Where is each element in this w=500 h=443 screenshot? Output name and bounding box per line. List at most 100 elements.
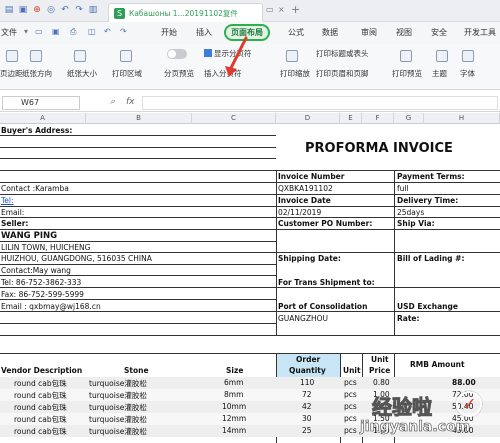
redo-icon[interactable]: ↷ bbox=[73, 4, 85, 16]
row-stone: turquoise灌胶松 bbox=[89, 415, 147, 424]
row-quantity: 110 bbox=[300, 378, 315, 387]
shipping-date-label: Shipping Date: bbox=[278, 254, 341, 263]
print-scale-button[interactable]: 打印缩放 bbox=[280, 68, 310, 79]
orientation-button[interactable]: 纸张方向 bbox=[22, 68, 52, 79]
print-area-button[interactable]: 打印区域 bbox=[112, 68, 142, 79]
theme-icon[interactable] bbox=[436, 50, 450, 62]
tab-menu-icon[interactable]: ▭ bbox=[266, 5, 274, 14]
print-scale-icon[interactable] bbox=[286, 50, 300, 62]
tab-data[interactable]: 数据 bbox=[322, 27, 338, 38]
redo-quick-icon[interactable]: ↷ bbox=[120, 27, 127, 36]
row-stone: turquoise灌胶松 bbox=[89, 391, 147, 400]
tab-insert[interactable]: 插入 bbox=[196, 27, 212, 38]
title-tab-bar: ▤ ▣ ⊕ ◎ ↶ ↷ ▥ S Кабашоны 1...20191102复件 … bbox=[0, 0, 500, 22]
buyer-contact: Contact :Karamba bbox=[1, 184, 69, 193]
orientation-icon[interactable] bbox=[30, 50, 44, 62]
row-size: 12mm bbox=[222, 414, 247, 423]
seller-name: WANG PING bbox=[1, 231, 58, 241]
table-header-quantity: Quantity bbox=[289, 366, 326, 375]
print-quick-icon[interactable]: ⎙ bbox=[70, 27, 76, 37]
column-header-g[interactable]: G bbox=[394, 113, 424, 124]
print-preview-button[interactable]: 打印预览 bbox=[392, 68, 422, 79]
table-header-description: Vendor Description bbox=[1, 366, 83, 375]
seller-address-line1: LILIN TOWN, HUICHENG bbox=[1, 243, 91, 252]
column-header-h[interactable]: H bbox=[424, 113, 500, 124]
tab-developer[interactable]: 开发工具 bbox=[464, 27, 496, 38]
tab-home[interactable]: 开始 bbox=[161, 27, 177, 38]
invoice-number-value: QXBKA191102 bbox=[278, 184, 333, 193]
row-stone: turquoise灌胶松 bbox=[89, 403, 147, 412]
theme-button[interactable]: 主题 bbox=[432, 68, 447, 79]
print-area-icon[interactable] bbox=[120, 50, 134, 62]
column-header-e[interactable]: E bbox=[340, 113, 362, 124]
show-breaks-checkbox[interactable] bbox=[204, 49, 212, 57]
column-header-a[interactable]: A bbox=[0, 113, 86, 124]
tab-view[interactable]: 视图 bbox=[396, 27, 412, 38]
payment-terms-label: Payment Terms: bbox=[397, 172, 465, 181]
print-preview-icon[interactable] bbox=[400, 50, 414, 62]
column-header-c[interactable]: C bbox=[192, 113, 276, 124]
row-size: 6mm bbox=[224, 378, 244, 387]
page-break-preview-toggle[interactable] bbox=[167, 49, 187, 59]
watermark-logo: 经验啦 jingyanla.com ✓ bbox=[330, 383, 500, 443]
paste-icon[interactable]: ▥ bbox=[87, 4, 99, 16]
page-break-preview-button[interactable]: 分页预览 bbox=[164, 68, 194, 79]
row-description: round cab包珠 bbox=[14, 403, 67, 412]
font-button[interactable]: 字体 bbox=[460, 68, 475, 79]
row-stone: turquoise灌胶松 bbox=[89, 379, 147, 388]
delivery-time-value: 25days bbox=[397, 208, 425, 217]
print-header-footer-button[interactable]: 打印页眉和页脚 bbox=[316, 68, 369, 79]
table-header-order: Order bbox=[296, 355, 321, 364]
row-size: 8mm bbox=[224, 390, 244, 399]
tab-security[interactable]: 安全 bbox=[431, 27, 447, 38]
font-icon[interactable] bbox=[462, 50, 476, 62]
file-icon[interactable]: ▤ bbox=[3, 4, 15, 16]
trans-shipment-label: For Trans Shipment to: bbox=[278, 278, 375, 287]
function-icon[interactable]: fx bbox=[126, 97, 135, 107]
print-icon[interactable]: ⊕ bbox=[31, 4, 43, 16]
cell-name-box[interactable]: W67 bbox=[2, 96, 80, 110]
row-description: round cab包珠 bbox=[14, 379, 67, 388]
buyer-email: Email: bbox=[1, 208, 25, 217]
buyer-tel-link[interactable]: Tel: bbox=[1, 196, 14, 205]
invoice-title: PROFORMA INVOICE bbox=[305, 141, 453, 156]
undo-icon[interactable]: ↶ bbox=[59, 4, 71, 16]
row-size: 14mm bbox=[222, 426, 247, 435]
new-tab-button[interactable]: + bbox=[291, 3, 300, 16]
seller-fax: Fax: 86-752-599-5999 bbox=[1, 290, 84, 299]
tab-review[interactable]: 审阅 bbox=[361, 27, 377, 38]
menu-file[interactable]: 文件 bbox=[1, 27, 17, 38]
print-titles-button[interactable]: 打印标题或表头 bbox=[316, 48, 369, 59]
save-icon[interactable]: ▣ bbox=[17, 4, 29, 16]
margins-button[interactable]: 页边距 bbox=[0, 68, 23, 79]
open-icon[interactable]: ▭ bbox=[35, 27, 43, 36]
close-tab-icon[interactable]: × bbox=[278, 5, 285, 14]
paper-size-button[interactable]: 纸张大小 bbox=[67, 68, 97, 79]
payment-terms-value: full bbox=[397, 184, 409, 193]
watermark-text: 经验啦 bbox=[372, 395, 433, 420]
preview-icon[interactable]: ◎ bbox=[45, 4, 57, 16]
invoice-number-label: Invoice Number bbox=[278, 172, 345, 181]
table-header-unit: Unit bbox=[343, 366, 361, 375]
buyer-address-label: Buyer's Address: bbox=[1, 126, 73, 135]
margins-icon[interactable] bbox=[6, 50, 20, 62]
bill-of-lading-label: Bill of Lading #: bbox=[397, 254, 465, 263]
column-header-d[interactable]: D bbox=[276, 113, 340, 124]
table-header-unit-price-1: Unit bbox=[371, 355, 389, 364]
document-tab[interactable]: S Кабашоны 1...20191102复件 bbox=[108, 3, 263, 22]
row-stone: turquoise灌胶松 bbox=[89, 427, 147, 436]
row-description: round cab包珠 bbox=[14, 427, 67, 436]
undo-quick-icon[interactable]: ↶ bbox=[104, 27, 111, 36]
tab-formulas[interactable]: 公式 bbox=[288, 27, 304, 38]
column-header-f[interactable]: F bbox=[362, 113, 394, 124]
paper-size-icon[interactable] bbox=[74, 50, 88, 62]
formula-input[interactable] bbox=[142, 96, 498, 110]
invoice-date-value: 02/11/2019 bbox=[278, 208, 322, 217]
column-header-b[interactable]: B bbox=[86, 113, 192, 124]
save-quick-icon[interactable]: ▣ bbox=[52, 27, 60, 36]
zoom-icon[interactable]: ⌕ bbox=[110, 97, 115, 107]
preview-quick-icon[interactable]: ◫ bbox=[88, 27, 96, 36]
column-headers: A B C D E F G H bbox=[0, 113, 500, 124]
row-quantity: 42 bbox=[302, 402, 312, 411]
chevron-down-icon[interactable]: ▾ bbox=[24, 27, 28, 36]
